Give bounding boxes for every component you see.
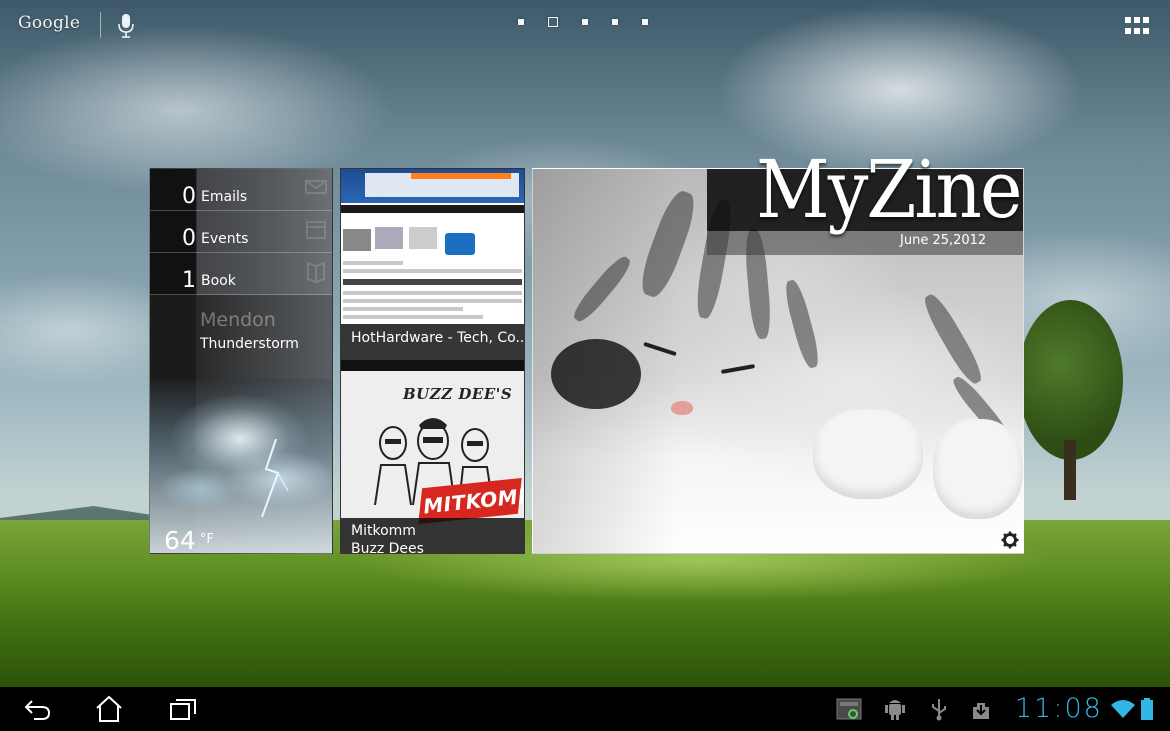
news-feed-widget[interactable]: HotHardware - Tech, Co... BUZZ DEE'S MIT… [340,168,525,554]
temperature-unit: °F [199,532,214,547]
book-label: Book [201,273,236,289]
events-count: 0 [182,226,196,251]
android-debug-icon [885,700,905,720]
myzine-date: June 25,2012 [900,233,987,248]
status-clock: 11:08 [1015,693,1103,724]
recent-apps-icon[interactable] [168,695,198,723]
wifi-icon [1111,700,1135,718]
intel-logo [445,233,475,255]
page-dot[interactable] [642,19,648,25]
weather-city: Mendon [200,309,276,331]
events-count-row[interactable]: 0 Events [150,211,332,253]
back-icon[interactable] [22,695,52,723]
usb-icon [932,699,946,721]
home-icon[interactable] [94,695,124,723]
home-screen-indicator [518,17,672,27]
news-item-source: Mitkomm [351,523,416,539]
news-item-hothardware[interactable]: HotHardware - Tech, Co... [341,169,524,360]
news-item-title: HotHardware - Tech, Co... [341,324,524,360]
news-item-subtitle: Buzz Dees [351,541,424,554]
system-bar: 11:08 [0,687,1170,731]
comic-heading: BUZZ DEE'S [403,385,513,403]
mail-icon [305,180,327,194]
news-item-mitkomm[interactable]: BUZZ DEE'S MITKOMM! Mitkomm Buzz Dees [341,371,524,554]
search-divider [100,12,101,38]
temperature-value: 64 [164,526,196,554]
book-count: 1 [182,268,196,293]
page-dot[interactable] [582,19,588,25]
info-weather-widget[interactable]: 0 Emails 0 Events 1 Book Mendon Thunders… [149,168,333,554]
download-icon [973,703,989,719]
gear-icon[interactable] [1001,531,1019,549]
page-dot-current[interactable] [548,17,558,27]
page-dot[interactable] [518,19,524,25]
calendar-icon [306,221,326,239]
weather-condition: Thunderstorm [200,336,299,352]
news-item-title: Mitkomm Buzz Dees [341,518,524,554]
emails-count-row[interactable]: 0 Emails [150,169,332,211]
page-dot[interactable] [612,19,618,25]
wallpaper-tree [1018,300,1123,500]
book-count-row[interactable]: 1 Book [150,253,332,295]
microphone-icon[interactable] [118,13,134,39]
emails-label: Emails [201,189,248,205]
screenshot-icon[interactable] [836,697,862,721]
all-apps-grid-icon[interactable] [1125,17,1149,35]
website-thumbnail-header [341,169,524,203]
events-label: Events [201,231,249,247]
temperature: 64 °F [164,526,214,554]
emails-count: 0 [182,184,196,209]
google-search-label[interactable]: Google [18,13,80,33]
battery-icon [1141,698,1153,720]
myzine-title: MyZine [756,143,1022,236]
book-icon [307,261,325,283]
